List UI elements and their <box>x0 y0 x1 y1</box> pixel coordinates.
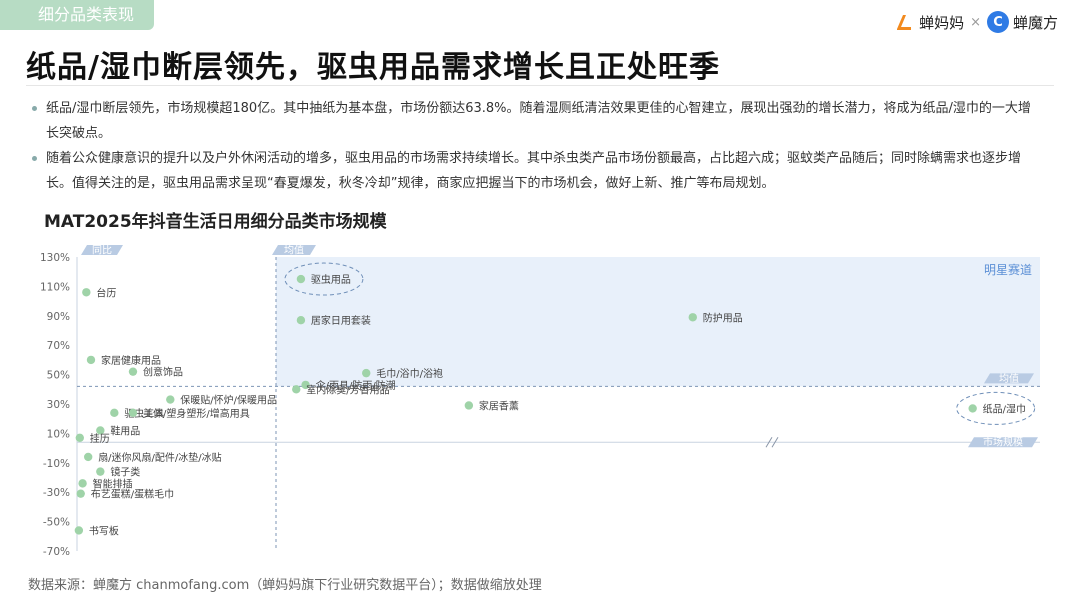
data-source-note: 数据来源：蝉魔方 chanmofang.com（蝉妈妈旗下行业研究数据平台）；数… <box>28 578 542 593</box>
y-tick-label: 130% <box>40 252 70 264</box>
y-tick-label: 110% <box>40 281 70 293</box>
data-point <box>82 288 91 297</box>
data-point-label: 防护用品 <box>703 311 743 324</box>
data-point-label: 毛巾/浴巾/浴袍 <box>376 367 443 380</box>
data-point-label: 驱虫用品 <box>311 274 351 286</box>
page-title: 纸品/湿巾断层领先，驱虫用品需求增长且正处旺季 <box>26 50 720 85</box>
data-point <box>96 467 105 476</box>
data-point-label: 扇/迷你风扇/配件/冰垫/冰贴 <box>98 451 221 464</box>
y-average-tag: 均值 <box>999 372 1019 385</box>
bullet-item: 纸品/湿巾断层领先，市场规模超180亿。其中抽纸为基本盘，市场份额达63.8%。… <box>30 96 1040 146</box>
data-point <box>110 408 119 418</box>
data-point <box>362 368 371 378</box>
brand-logos: 蝉妈妈 × C 蝉魔方 <box>893 10 1058 34</box>
data-point <box>86 355 96 365</box>
data-point-label: 台历 <box>96 286 116 299</box>
data-point-label: 保暖贴/怀炉/保暖用品 <box>180 394 277 407</box>
star-region <box>276 257 1040 387</box>
data-point-label: 纸品/湿巾 <box>983 402 1026 415</box>
data-point-label: 室内除臭/芳香用品 <box>306 383 389 396</box>
y-tick-label: -30% <box>43 487 70 499</box>
star-region-label: 明星赛道 <box>984 262 1032 277</box>
y-tick-label: 50% <box>47 370 70 382</box>
data-point-label: 书写板 <box>89 524 119 537</box>
data-point <box>78 479 87 488</box>
data-point-label: 智能排插 <box>93 477 133 490</box>
section-tag: 细分品类表现 <box>0 0 154 30</box>
chanmofang-icon: C <box>986 11 1009 33</box>
y-tick-label: 30% <box>47 399 70 411</box>
summary-bullets: 纸品/湿巾断层领先，市场规模超180亿。其中抽纸为基本盘，市场份额达63.8%。… <box>30 96 1040 196</box>
y-tick-label: -10% <box>43 458 70 470</box>
bullet-item: 随着公众健康意识的提升以及户外休闲活动的增多，驱虫用品的市场需求持续增长。其中杀… <box>30 146 1040 196</box>
data-point <box>76 489 85 498</box>
scatter-chart: 明星赛道 130% 110% 90% 70% 50% 30% 10% -10% -30% -50% -… <box>40 244 1040 558</box>
y-tick-label: -50% <box>43 517 70 529</box>
y-axis-tag: 同比 <box>92 245 112 257</box>
y-tick-label: 70% <box>47 340 70 352</box>
chart-title: MAT2025年抖音生活日用细分品类市场规模 <box>44 212 387 232</box>
data-point <box>74 526 84 535</box>
logo-separator: × <box>970 14 981 30</box>
data-point-label: 家居香薰 <box>479 399 519 412</box>
data-point <box>292 385 301 394</box>
data-point <box>688 313 697 322</box>
data-point <box>968 404 977 413</box>
data-point <box>75 433 84 443</box>
data-point <box>128 408 138 418</box>
x-axis-tag: 市场规模 <box>983 436 1023 449</box>
y-tick-label: -70% <box>43 546 70 558</box>
data-point <box>166 395 175 404</box>
y-tick-label: 10% <box>47 428 70 440</box>
chanmofang-name: 蝉魔方 <box>1012 13 1058 32</box>
data-point <box>464 401 474 410</box>
data-point-label: 创意饰品 <box>143 366 183 379</box>
data-point <box>296 316 306 325</box>
data-point-label: 鞋用品 <box>110 424 140 437</box>
data-point-label: 居家日用套装 <box>311 314 371 327</box>
title-divider <box>26 85 1054 86</box>
chanmama-icon <box>897 15 912 30</box>
data-point-label: 镜子类 <box>110 466 140 479</box>
x-average-tag: 均值 <box>284 244 304 257</box>
data-point <box>296 274 306 284</box>
data-point-label: 家居健康用品 <box>101 354 161 367</box>
chanmofang-logo: C 蝉魔方 <box>986 11 1058 33</box>
data-point-label: 美体/塑身塑形/增高用具 <box>143 407 250 420</box>
data-point <box>83 452 93 462</box>
data-point <box>128 367 138 376</box>
y-tick-label: 90% <box>47 311 70 323</box>
chanmama-name: 蝉妈妈 <box>919 13 965 32</box>
data-point-label: 布艺蛋糕/蛋糕毛巾 <box>91 488 174 501</box>
chanmama-logo: 蝉妈妈 <box>893 11 964 33</box>
data-point-label: 挂历 <box>90 432 110 445</box>
